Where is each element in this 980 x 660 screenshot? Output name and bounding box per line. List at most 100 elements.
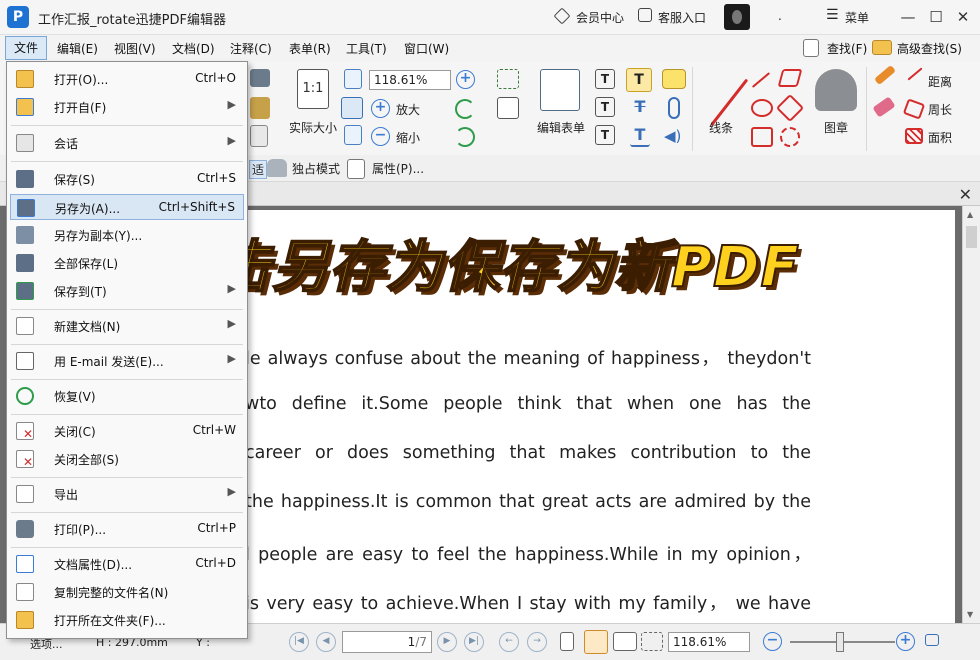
scroll-up-icon[interactable]: ▲ <box>967 210 973 219</box>
menu-item-save-as[interactable]: 另存为(A)... Ctrl+Shift+S <box>10 194 244 220</box>
actual-size-icon[interactable]: 1:1 <box>297 69 329 109</box>
line-label[interactable]: 线条 <box>709 119 733 136</box>
customer-service-link[interactable]: 客服入口 <box>658 9 706 26</box>
first-page-button[interactable]: |◀ <box>289 632 309 652</box>
menu-window[interactable]: 窗口(W) <box>404 40 449 57</box>
prev-page-button[interactable]: ◀ <box>316 632 336 652</box>
sound-icon[interactable]: ◀) <box>664 127 684 145</box>
fit-visible-icon[interactable] <box>344 125 362 145</box>
rectangle-tool-icon[interactable] <box>751 127 773 147</box>
menu-edit[interactable]: 编辑(E) <box>57 40 98 57</box>
paste-icon[interactable] <box>250 97 270 119</box>
facing-page-icon[interactable] <box>613 632 637 651</box>
menu-tools[interactable]: 工具(T) <box>346 40 387 57</box>
properties-button[interactable]: 属性(P)... <box>372 160 424 177</box>
fit-partial-button[interactable]: 适 <box>249 160 268 179</box>
underline-icon[interactable]: T <box>630 125 650 147</box>
menu-document[interactable]: 文档(D) <box>172 40 215 57</box>
advanced-find-button[interactable]: 高级查找(S) <box>897 40 962 57</box>
menu-item-save[interactable]: 保存(S) Ctrl+S <box>10 166 244 192</box>
scrollbar-thumb[interactable] <box>966 226 977 248</box>
fit-page-icon[interactable] <box>344 69 362 89</box>
distance-tool[interactable]: 距离 <box>928 73 952 90</box>
menu-button[interactable]: 菜单 <box>845 9 869 26</box>
edit-form-icon[interactable] <box>540 69 580 111</box>
cloud-tool-icon[interactable] <box>780 127 800 147</box>
page-number-input[interactable]: 1/7 <box>342 631 432 653</box>
facing-continuous-icon[interactable] <box>641 632 663 651</box>
menu-file[interactable]: 文件 <box>5 36 47 60</box>
text-field-icon[interactable]: T <box>595 69 615 89</box>
menu-item-session[interactable]: 会话 ▶ <box>10 130 244 156</box>
menu-item-close-all[interactable]: ✕ 关闭全部(S) <box>10 446 244 472</box>
menu-item-new-document[interactable]: 新建文档(N) ▶ <box>10 313 244 339</box>
menu-item-revert[interactable]: 恢复(V) <box>10 383 244 409</box>
rotate-left-icon[interactable] <box>455 99 475 119</box>
exclusive-mode-button[interactable]: 独占模式 <box>292 160 340 177</box>
text-field-3-icon[interactable]: T <box>595 125 615 145</box>
menu-item-save-to[interactable]: 保存到(T) ▶ <box>10 278 244 304</box>
scroll-down-icon[interactable]: ▼ <box>967 610 973 619</box>
next-page-button[interactable]: ▶ <box>437 632 457 652</box>
text-box-icon[interactable] <box>497 97 519 119</box>
back-view-button[interactable]: ← <box>499 632 519 652</box>
menu-item-export[interactable]: 导出 ▶ <box>10 481 244 507</box>
forward-view-button[interactable]: → <box>527 632 547 652</box>
menu-lines-icon[interactable]: ☰ <box>826 7 839 23</box>
menu-item-copy-filename[interactable]: 复制完整的文件名(N) <box>10 579 244 605</box>
area-tool[interactable]: 面积 <box>928 129 952 146</box>
menu-view[interactable]: 视图(V) <box>114 40 156 57</box>
eraser-icon[interactable] <box>872 96 896 118</box>
status-zoom-select[interactable]: 118.61% <box>668 632 750 652</box>
zoom-select[interactable]: 118.61% <box>369 70 451 90</box>
status-zoom-out-icon[interactable]: − <box>763 632 782 651</box>
minimize-button[interactable]: — <box>897 6 919 28</box>
menu-item-print[interactable]: 打印(P)... Ctrl+P <box>10 516 244 542</box>
zoom-out-icon[interactable]: − <box>371 127 390 146</box>
maximize-button[interactable]: ☐ <box>925 6 947 28</box>
zoom-slider-thumb[interactable] <box>836 632 844 652</box>
select-area-icon[interactable] <box>497 69 519 89</box>
close-button[interactable]: ✕ <box>952 6 974 28</box>
menu-item-save-copy[interactable]: 另存为副本(Y)... <box>10 222 244 248</box>
polygon-tool-icon[interactable] <box>775 93 805 123</box>
page-icon[interactable] <box>250 125 268 147</box>
menu-item-email[interactable]: 用 E-mail 发送(E)... ▶ <box>10 348 244 374</box>
stamp-label[interactable]: 图章 <box>824 119 848 136</box>
menu-comment[interactable]: 注释(C) <box>230 40 272 57</box>
strikethrough-icon[interactable]: T <box>630 97 650 119</box>
arrow-tool-icon[interactable] <box>751 72 771 88</box>
zoom-in-label[interactable]: 放大 <box>396 101 420 118</box>
find-button[interactable]: 查找(F) <box>827 40 867 57</box>
camera-icon[interactable] <box>250 69 270 87</box>
note-icon[interactable] <box>662 69 686 89</box>
menu-item-open-folder[interactable]: 打开所在文件夹(F)... <box>10 607 244 633</box>
single-page-icon[interactable] <box>560 632 574 651</box>
polygon-line-icon[interactable] <box>777 69 803 87</box>
zoom-in-icon[interactable]: + <box>371 99 390 118</box>
user-avatar[interactable] <box>724 4 750 30</box>
zoom-out-label[interactable]: 缩小 <box>396 129 420 146</box>
member-center-link[interactable]: 会员中心 <box>576 9 624 26</box>
edit-form-label[interactable]: 编辑表单 <box>537 119 585 136</box>
attachment-icon[interactable] <box>668 97 680 119</box>
perimeter-tool[interactable]: 周长 <box>928 101 952 118</box>
zoom-plus-icon[interactable]: + <box>456 70 475 89</box>
text-field-2-icon[interactable]: T <box>595 97 615 117</box>
pencil-icon[interactable] <box>874 64 896 86</box>
menu-item-close[interactable]: ✕ 关闭(C) Ctrl+W <box>10 418 244 444</box>
fit-width-icon[interactable] <box>341 97 363 119</box>
last-page-button[interactable]: ▶| <box>464 632 484 652</box>
ellipse-tool-icon[interactable] <box>751 99 773 117</box>
rotate-right-icon[interactable] <box>455 127 475 147</box>
continuous-page-icon[interactable] <box>584 630 608 654</box>
close-document-icon[interactable]: ✕ <box>959 185 972 204</box>
menu-item-save-all[interactable]: 全部保存(L) <box>10 250 244 276</box>
menu-form[interactable]: 表单(R) <box>289 40 331 57</box>
menu-item-doc-properties[interactable]: 文档属性(D)... Ctrl+D <box>10 551 244 577</box>
menu-item-open-from[interactable]: 打开自(F) ▶ <box>10 94 244 120</box>
menu-item-open[interactable]: 打开(O)... Ctrl+O <box>10 66 244 92</box>
typewriter-icon[interactable]: T <box>626 68 652 92</box>
fullscreen-icon[interactable] <box>925 634 939 646</box>
actual-size-label[interactable]: 实际大小 <box>289 119 337 136</box>
